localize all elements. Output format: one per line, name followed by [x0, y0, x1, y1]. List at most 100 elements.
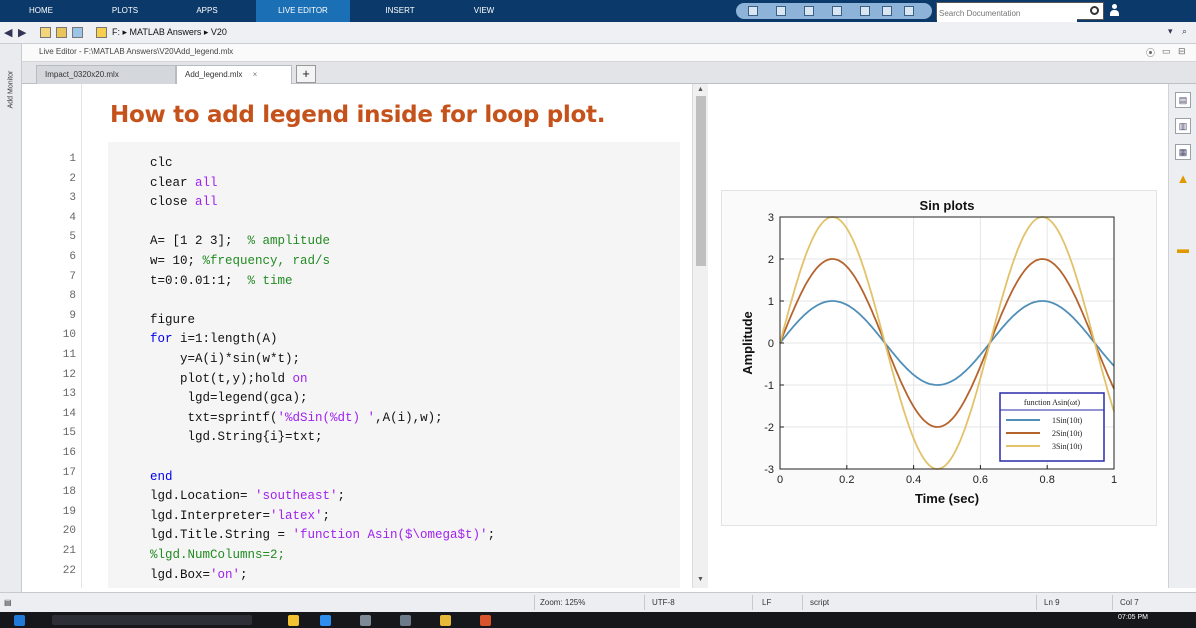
y-tick-label: -2 — [764, 422, 774, 434]
scroll-up-icon[interactable]: ▲ — [697, 86, 704, 93]
cut-icon[interactable] — [776, 6, 786, 16]
user-icon[interactable] — [1110, 4, 1119, 16]
y-tick-label: -3 — [764, 464, 774, 476]
redo-icon[interactable] — [882, 6, 892, 16]
code-line[interactable]: lgd.Interpreter='latex'; — [150, 509, 330, 523]
back-arrow-icon[interactable]: ◀ — [4, 26, 12, 39]
tab-add-legend-file[interactable]: Add_legend.mlx × — [176, 65, 292, 84]
scrollbar-thumb[interactable] — [696, 96, 706, 266]
current-folder-path[interactable]: F: ▸ MATLAB Answers ▸ V20 — [112, 27, 227, 38]
figure-output[interactable]: 0 0.2 0.4 0.6 0.8 1 3 2 1 0 -1 -2 -3 Sin plots Time (s… — [721, 190, 1157, 526]
status-separator — [534, 595, 535, 610]
add-monitor-label[interactable]: Add Monitor — [8, 57, 15, 123]
status-separator — [802, 595, 803, 610]
code-line[interactable]: A= [1 2 3]; % amplitude — [150, 234, 330, 248]
file-explorer-icon[interactable] — [440, 615, 451, 626]
code-line[interactable]: lgd.String{i}=txt; — [150, 430, 323, 444]
windows-start-icon[interactable] — [14, 615, 25, 626]
ribbon-tab-live-editor[interactable]: LIVE EDITOR — [256, 0, 350, 22]
line-number: 10 — [62, 329, 76, 342]
code-line[interactable]: w= 10; %frequency, rad/s — [150, 254, 330, 268]
y-tick-label: 0 — [768, 338, 774, 350]
search-input[interactable] — [937, 5, 1077, 22]
ribbon-tab-view[interactable]: VIEW — [446, 0, 522, 22]
line-number: 19 — [62, 505, 76, 518]
code-line[interactable]: for i=1:length(A) — [150, 332, 278, 346]
line-number: 1 — [69, 153, 76, 165]
legend-entry-3: 3Sin(10t) — [1052, 442, 1083, 451]
app-icon[interactable] — [288, 615, 299, 626]
code-line[interactable]: lgd.Box='on'; — [150, 568, 248, 582]
browser-icon[interactable] — [320, 615, 331, 626]
sin-plots-chart: 0 0.2 0.4 0.6 0.8 1 3 2 1 0 -1 -2 -3 Sin plots Time (s… — [740, 198, 1117, 506]
status-separator — [1112, 595, 1113, 610]
code-line[interactable]: end — [150, 470, 173, 484]
collapse-bar-icon[interactable]: ▬ — [1175, 242, 1191, 258]
browse-folder-icon[interactable] — [56, 27, 67, 38]
editor-maximize-icon[interactable]: ⊟ — [1178, 46, 1186, 57]
code-line[interactable]: lgd=legend(gca); — [150, 391, 308, 405]
save-icon[interactable] — [748, 6, 758, 16]
line-number: 18 — [62, 486, 76, 499]
y-axis-label: Amplitude — [740, 311, 755, 375]
chart-title: Sin plots — [920, 198, 975, 213]
ribbon-tab-insert[interactable]: INSERT — [362, 0, 438, 22]
line-number: 20 — [62, 525, 76, 538]
code-line[interactable]: t=0:0.01:1; % time — [150, 274, 293, 288]
code-line[interactable]: figure — [150, 313, 195, 327]
code-line[interactable]: clc — [150, 156, 173, 170]
line-number: 13 — [62, 388, 76, 401]
line-number: 4 — [69, 211, 76, 224]
path-dropdown-icon[interactable]: ▾ — [1168, 26, 1173, 37]
ribbon-tab-apps[interactable]: APPS — [174, 0, 240, 22]
output-right-icon[interactable]: ▥ — [1175, 118, 1191, 134]
taskbar-search-box[interactable] — [52, 615, 252, 625]
line-number: 2 — [69, 172, 76, 185]
close-tab-icon[interactable]: × — [253, 70, 258, 79]
help-icon[interactable] — [904, 6, 914, 16]
document-title[interactable]: How to add legend inside for loop plot. — [110, 102, 605, 128]
x-tick-label: 0.6 — [973, 474, 988, 486]
app-icon[interactable] — [400, 615, 411, 626]
code-line[interactable]: txt=sprintf('%dSin(%dt) ',A(i),w); — [150, 411, 443, 425]
code-block[interactable]: clc clear all close all A= [1 2 3]; % ampli… — [108, 142, 680, 588]
code-line[interactable]: y=A(i)*sin(w*t); — [150, 352, 300, 366]
editor-options-icon[interactable]: ⦿ — [1146, 46, 1155, 59]
tab-impact-file[interactable]: Impact_0320x20.mlx — [36, 65, 176, 84]
code-line[interactable]: %lgd.NumColumns=2; — [150, 548, 285, 562]
matlab-icon[interactable] — [480, 615, 491, 626]
encoding: UTF-8 — [652, 598, 675, 607]
code-line[interactable]: lgd.Title.String = 'function Asin($\omeg… — [150, 528, 495, 542]
address-bar: ◀ ▶ F: ▸ MATLAB Answers ▸ V20 ▾ ⌕ — [0, 22, 1196, 44]
editor-scrollbar[interactable]: ▲ ▼ — [692, 84, 708, 588]
open-folder-icon[interactable] — [40, 27, 51, 38]
code-line[interactable]: lgd.Location= 'southeast'; — [150, 489, 345, 503]
app-icon[interactable] — [360, 615, 371, 626]
search-icon[interactable] — [1090, 6, 1099, 15]
left-side-panel: Add Monitor — [0, 44, 22, 592]
folder-icon[interactable] — [96, 27, 107, 38]
taskbar-clock: 07:05 PM — [1118, 614, 1148, 621]
paste-icon[interactable] — [832, 6, 842, 16]
search-folder-icon[interactable]: ⌕ — [1182, 26, 1187, 37]
output-inline-icon[interactable]: ▤ — [1175, 92, 1191, 108]
x-tick-label: 0.2 — [839, 474, 854, 486]
code-line[interactable]: close all — [150, 195, 218, 209]
scroll-left-icon[interactable]: ▤ — [4, 598, 12, 607]
copy-icon[interactable] — [804, 6, 814, 16]
ribbon-tab-plots[interactable]: PLOTS — [90, 0, 160, 22]
forward-arrow-icon[interactable]: ▶ — [18, 26, 26, 39]
y-tick-label: 1 — [768, 296, 774, 308]
y-tick-label: 2 — [768, 254, 774, 266]
code-line[interactable]: plot(t,y);hold on — [150, 372, 308, 386]
up-folder-icon[interactable] — [72, 27, 83, 38]
code-line[interactable]: clear all — [150, 176, 218, 190]
line-number: 3 — [69, 192, 76, 205]
warning-icon[interactable]: ▲ — [1175, 172, 1191, 188]
undo-icon[interactable] — [860, 6, 870, 16]
ribbon-tab-home[interactable]: HOME — [8, 0, 74, 22]
scroll-down-icon[interactable]: ▼ — [697, 576, 704, 583]
output-hide-icon[interactable]: ▦ — [1175, 144, 1191, 160]
editor-minimize-icon[interactable]: ▭ — [1162, 46, 1171, 57]
new-tab-button[interactable]: + — [296, 65, 316, 83]
